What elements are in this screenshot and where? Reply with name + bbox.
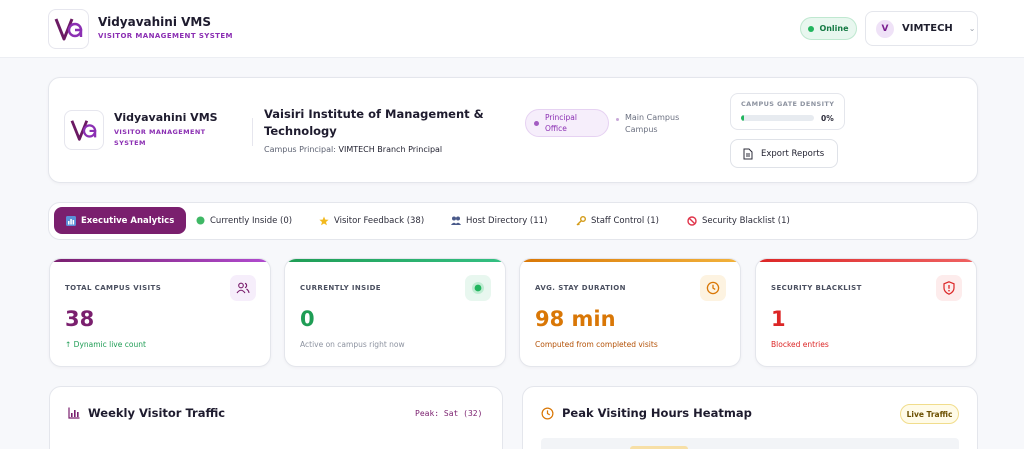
office-dot-icon (534, 120, 539, 126)
user-menu-button[interactable]: V VIMTECH ⌄ (865, 11, 978, 46)
bar-chart-icon (66, 215, 76, 226)
header-logo (64, 110, 104, 150)
header-brand-title: Vidyavahini VMS (114, 111, 218, 124)
star-icon (319, 216, 329, 225)
stat-value: 1 (771, 307, 786, 331)
key-icon (576, 215, 586, 225)
principal-office-badge: Principal Office (525, 109, 609, 137)
stat-label: AVG. STAY DURATION (535, 284, 626, 292)
bar-chart-icon (68, 407, 80, 419)
header-brand-subtitle-1: VISITOR MANAGEMENT (114, 128, 206, 136)
stat-accent-bar (520, 259, 740, 262)
online-label: Online (819, 24, 849, 33)
tab-security-blacklist[interactable]: Security Blacklist (1) (687, 207, 790, 234)
peak-day-label: Peak: Sat (32) (415, 409, 483, 418)
principal-name: VIMTECH Branch Principal (338, 145, 443, 154)
vg-logo-icon (54, 18, 82, 41)
tab-staff-control[interactable]: Staff Control (1) (576, 207, 659, 234)
stat-subtext: ↑ Dynamic live count (65, 340, 146, 349)
stat-value: 0 (300, 307, 315, 331)
office-label-line2: Office (545, 124, 567, 133)
app-title: Vidyavahini VMS (98, 15, 211, 29)
stat-label: TOTAL CAMPUS VISITS (65, 284, 162, 292)
document-icon (743, 148, 753, 159)
heatmap-grid (541, 438, 959, 449)
user-name: VIMTECH (902, 23, 953, 34)
clock-icon (700, 275, 726, 301)
campus-label-line1: Main Campus (625, 113, 680, 122)
stat-value: 38 (65, 307, 95, 331)
tab-executive-analytics[interactable]: Executive Analytics (54, 207, 187, 234)
stat-value: 98 min (535, 307, 616, 331)
heatmap-title: Peak Visiting Hours Heatmap (541, 406, 752, 420)
online-dot-icon (808, 25, 815, 32)
vg-logo-icon (70, 120, 97, 141)
location-dot-icon (616, 118, 619, 121)
tab-label: Executive Analytics (81, 215, 175, 226)
users-icon (230, 275, 256, 301)
principal-label: Campus Principal: (264, 145, 336, 154)
people-icon (451, 216, 461, 225)
density-progress-fill (741, 115, 744, 121)
avatar: V (876, 19, 894, 38)
stat-card-currently-inside: CURRENTLY INSIDE 0 Active on campus righ… (284, 258, 506, 367)
export-reports-button[interactable]: Export Reports (730, 139, 838, 168)
shield-alert-icon (936, 275, 962, 301)
density-percent: 0% (821, 114, 834, 123)
tab-label: Staff Control (1) (591, 215, 659, 226)
export-label: Export Reports (761, 148, 825, 159)
app-logo[interactable] (48, 9, 89, 49)
header-divider (252, 118, 253, 146)
stat-subtext: Computed from completed visits (535, 340, 658, 349)
tab-label: Host Directory (11) (466, 215, 548, 226)
clock-icon (541, 407, 554, 419)
stat-card-avg-stay: AVG. STAY DURATION 98 min Computed from … (519, 258, 741, 367)
stat-subtext: Active on campus right now (300, 340, 405, 349)
panel-title-text: Peak Visiting Hours Heatmap (562, 406, 752, 420)
gate-density-widget: CAMPUS GATE DENSITY 0% (730, 93, 845, 130)
no-entry-icon (687, 215, 697, 226)
live-traffic-badge: Live Traffic (900, 404, 959, 424)
header-brand-subtitle-2: SYSTEM (114, 139, 146, 147)
stat-label: SECURITY BLACKLIST (771, 284, 862, 292)
density-progress-bar (741, 115, 814, 121)
office-label: Principal Office (545, 112, 577, 134)
campus-location: Main Campus Campus (616, 112, 695, 136)
stat-card-total-visits: TOTAL CAMPUS VISITS 38 ↑ Dynamic live co… (49, 258, 271, 367)
tab-label: Security Blacklist (1) (702, 215, 790, 226)
campus-label-line2: Campus (625, 125, 658, 134)
stat-accent-bar (285, 259, 505, 262)
stat-label: CURRENTLY INSIDE (300, 284, 381, 292)
panel-title-text: Weekly Visitor Traffic (88, 406, 226, 420)
chevron-down-icon: ⌄ (968, 24, 976, 33)
tab-label: Visitor Feedback (38) (334, 215, 425, 226)
green-dot-icon (196, 216, 205, 225)
stat-accent-bar (756, 259, 976, 262)
tab-currently-inside[interactable]: Currently Inside (0) (196, 207, 292, 234)
density-label: CAMPUS GATE DENSITY (741, 100, 835, 108)
principal-line: Campus Principal: VIMTECH Branch Princip… (264, 145, 442, 154)
tab-label: Currently Inside (0) (210, 215, 293, 226)
online-status-badge: Online (800, 17, 857, 40)
campus-label: Main Campus Campus (625, 112, 695, 136)
tab-visitor-feedback[interactable]: Visitor Feedback (38) (319, 207, 424, 234)
stat-subtext: Blocked entries (771, 340, 829, 349)
office-label-line1: Principal (545, 113, 577, 122)
stat-accent-bar (50, 259, 270, 262)
app-subtitle: VISITOR MANAGEMENT SYSTEM (98, 32, 233, 40)
stat-card-security-blacklist: SECURITY BLACKLIST 1 Blocked entries (755, 258, 977, 367)
tab-host-directory[interactable]: Host Directory (11) (451, 207, 547, 234)
live-dot-icon (465, 275, 491, 301)
weekly-traffic-title: Weekly Visitor Traffic (68, 406, 225, 420)
institution-name: Vaisiri Institute of Management & Techno… (264, 107, 484, 138)
